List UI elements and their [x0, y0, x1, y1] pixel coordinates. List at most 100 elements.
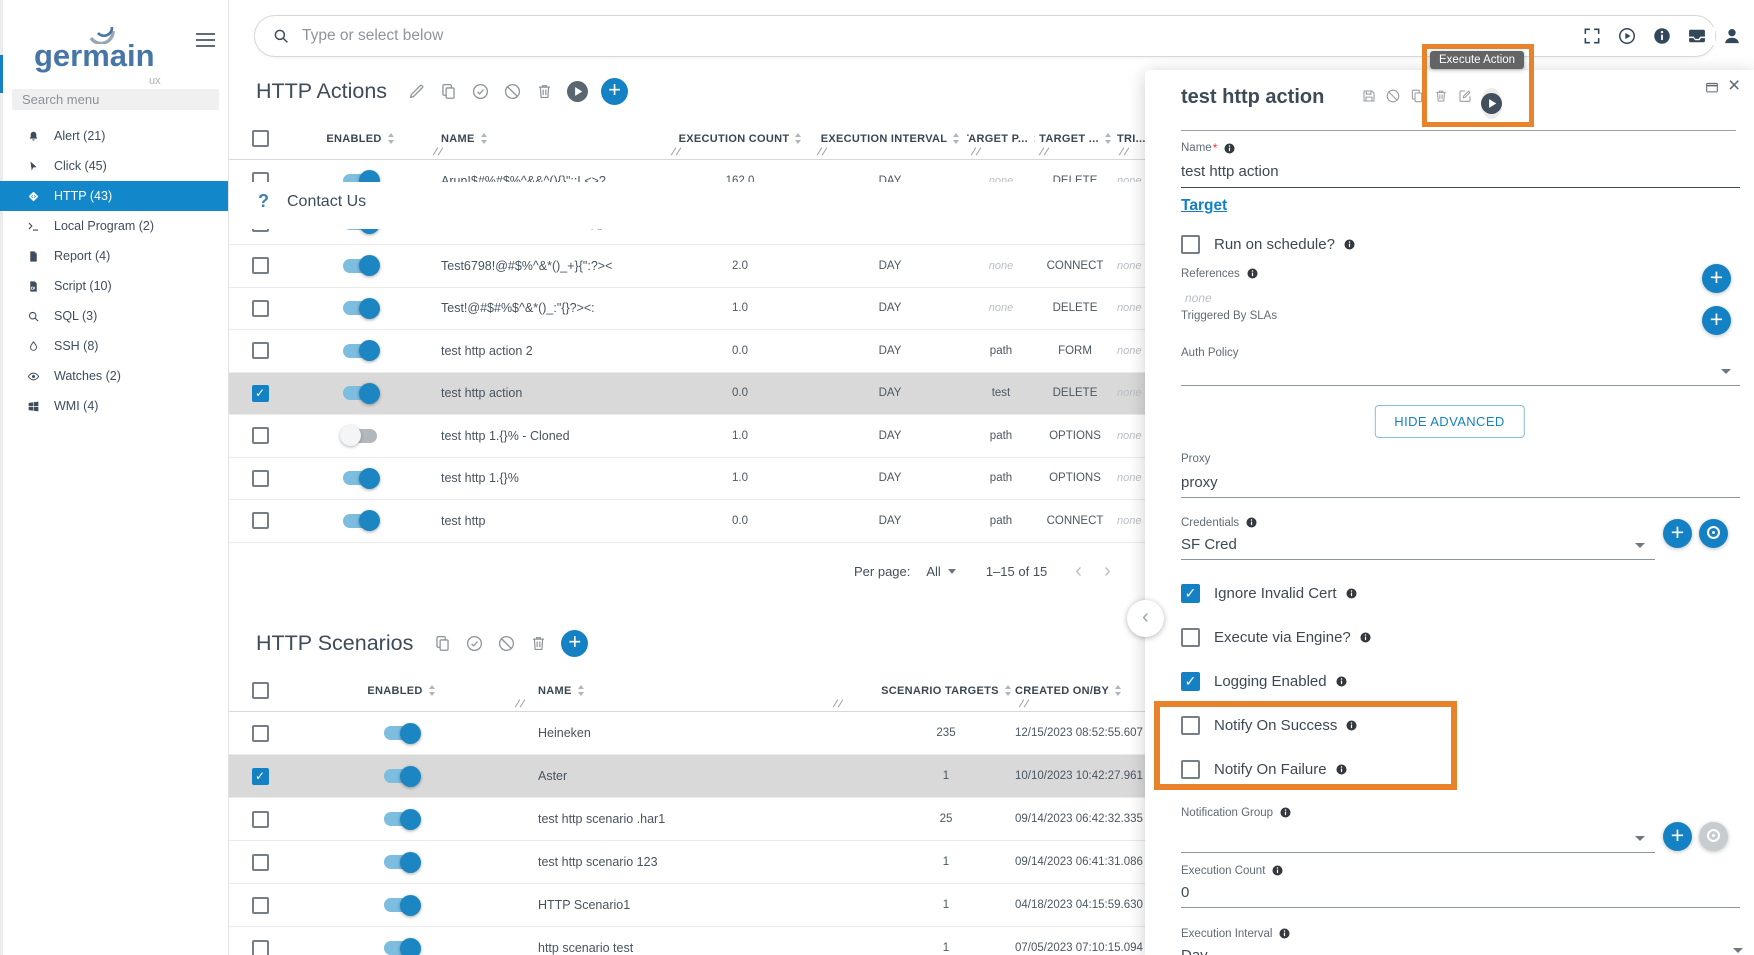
column-resize-handle[interactable]: [1118, 146, 1130, 157]
column-resize-handle[interactable]: [670, 146, 682, 157]
notify-on-success-checkbox[interactable]: [1181, 716, 1200, 735]
copy-button[interactable]: [433, 634, 452, 653]
add-notification-group-button[interactable]: +: [1663, 822, 1692, 851]
table-row[interactable]: test http0.0DAYpathCONNECTnone: [229, 500, 1145, 543]
row-checkbox[interactable]: [252, 725, 269, 742]
column-header-enabled[interactable]: ENABLED: [291, 118, 429, 159]
add-button[interactable]: +: [561, 630, 588, 657]
sidebar-item-local-program-2[interactable]: Local Program (2): [0, 211, 228, 241]
logging-enabled-checkbox[interactable]: ✓: [1181, 672, 1200, 691]
sidebar-item-wmi-4[interactable]: WMI (4): [0, 391, 228, 421]
enabled-toggle[interactable]: [384, 855, 418, 869]
enabled-toggle[interactable]: [343, 514, 377, 528]
enabled-toggle[interactable]: [343, 259, 377, 273]
select-all-checkbox[interactable]: [252, 682, 269, 699]
sidebar-item-http-43[interactable]: HTTP (43): [0, 181, 228, 211]
sort-icon[interactable]: [953, 133, 959, 144]
column-resize-handle[interactable]: [970, 146, 982, 157]
info-icon[interactable]: [1345, 719, 1358, 732]
sidebar-item-click-45[interactable]: Click (45): [0, 151, 228, 181]
sidebar-item-watches-2[interactable]: Watches (2): [0, 361, 228, 391]
sort-icon[interactable]: [1105, 133, 1111, 144]
approve-button[interactable]: [471, 82, 490, 101]
table-row[interactable]: HTTP Scenario1104/18/2023 04:15:59.630 A…: [229, 884, 1145, 927]
row-checkbox[interactable]: ✓: [252, 768, 269, 785]
credentials-value[interactable]: SF Cred: [1181, 536, 1237, 553]
credentials-dropdown-caret[interactable]: [1635, 543, 1645, 548]
enabled-toggle[interactable]: [384, 812, 418, 826]
enabled-toggle[interactable]: [343, 301, 377, 315]
enabled-toggle[interactable]: [343, 344, 377, 358]
user-icon[interactable]: [1722, 26, 1742, 46]
row-checkbox[interactable]: [252, 811, 269, 828]
hide-advanced-button[interactable]: HIDE ADVANCED: [1374, 405, 1524, 438]
enabled-toggle[interactable]: [343, 471, 377, 485]
table-row[interactable]: test http scenario 123109/14/2023 06:41:…: [229, 841, 1145, 884]
sort-icon[interactable]: [481, 133, 487, 144]
approve-button[interactable]: [465, 634, 484, 653]
panel-collapse-button[interactable]: ‹: [1127, 600, 1164, 637]
next-page-button[interactable]: ›: [1104, 561, 1111, 581]
add-credential-button[interactable]: +: [1663, 519, 1692, 548]
info-icon[interactable]: [1359, 631, 1372, 644]
column-header-scenario-targets[interactable]: SCENARIO TARGETS: [829, 670, 1015, 711]
row-checkbox[interactable]: [252, 470, 269, 487]
run-on-schedule-checkbox[interactable]: [1181, 235, 1200, 254]
column-resize-handle[interactable]: [1038, 146, 1050, 157]
auth-policy-dropdown-caret[interactable]: [1721, 369, 1731, 374]
enabled-toggle[interactable]: [343, 386, 377, 400]
sort-icon[interactable]: [1005, 685, 1011, 696]
ignore-invalid-cert-checkbox[interactable]: ✓: [1181, 584, 1200, 603]
window-restore-icon[interactable]: [1703, 80, 1721, 95]
name-field-value[interactable]: test http action: [1181, 163, 1279, 180]
run-button[interactable]: [1481, 88, 1497, 104]
sidebar-item-report-4[interactable]: Report (4): [0, 241, 228, 271]
inbox-icon[interactable]: [1687, 26, 1707, 46]
row-checkbox[interactable]: [252, 854, 269, 871]
row-checkbox[interactable]: [252, 300, 269, 317]
column-header-name[interactable]: NAME: [429, 118, 667, 159]
row-checkbox[interactable]: ✓: [252, 385, 269, 402]
table-row[interactable]: http scenario test107/05/2023 07:10:15.0…: [229, 927, 1145, 955]
column-header-enabled[interactable]: ENABLED: [291, 670, 511, 711]
info-icon[interactable]: [1278, 927, 1291, 940]
row-checkbox[interactable]: [252, 897, 269, 914]
view-credential-button[interactable]: [1699, 519, 1728, 548]
view-notification-group-button[interactable]: [1699, 822, 1728, 851]
info-icon[interactable]: [1335, 763, 1348, 776]
info-icon[interactable]: [1345, 587, 1358, 600]
select-all-checkbox[interactable]: [252, 130, 269, 147]
enabled-toggle[interactable]: [384, 769, 418, 783]
column-header-target-p[interactable]: TARGET P...: [967, 118, 1035, 159]
global-search-input[interactable]: [302, 27, 1715, 45]
execute-via-engine-checkbox[interactable]: [1181, 628, 1200, 647]
row-checkbox[interactable]: [252, 427, 269, 444]
block-button[interactable]: [497, 634, 516, 653]
notification-group-dropdown-caret[interactable]: [1635, 836, 1645, 841]
info-icon[interactable]: [1343, 238, 1356, 251]
row-checkbox[interactable]: [252, 342, 269, 359]
sidebar-search-input[interactable]: [12, 92, 219, 107]
enabled-toggle[interactable]: [343, 429, 377, 443]
save-button[interactable]: [1361, 88, 1377, 104]
info-icon[interactable]: [1271, 864, 1284, 877]
notify-on-failure-checkbox[interactable]: [1181, 760, 1200, 779]
sort-icon[interactable]: [795, 133, 801, 144]
sidebar-item-sql-3[interactable]: SQL (3): [0, 301, 228, 331]
column-header-execution-count[interactable]: EXECUTION COUNT: [667, 118, 813, 159]
run-button[interactable]: [567, 81, 588, 102]
sort-icon[interactable]: [388, 133, 394, 144]
sort-icon[interactable]: [1115, 685, 1121, 696]
enabled-toggle[interactable]: [384, 898, 418, 912]
sidebar-item-contact-us[interactable]: ?Contact Us: [229, 182, 1145, 221]
edit-button[interactable]: [407, 82, 426, 101]
column-header-execution-interval[interactable]: EXECUTION INTERVAL: [813, 118, 967, 159]
table-row[interactable]: Test6798!@#$%^&*()_+}{":?><2.0DAYnoneCON…: [229, 245, 1145, 288]
sidebar-item-alert-21[interactable]: Alert (21): [0, 121, 228, 151]
column-resize-handle[interactable]: [514, 698, 526, 709]
sort-icon[interactable]: [578, 685, 584, 696]
delete-button[interactable]: [535, 82, 554, 101]
column-resize-handle[interactable]: [1018, 698, 1030, 709]
delete-button[interactable]: [1433, 88, 1449, 104]
close-icon[interactable]: ×: [1728, 74, 1740, 98]
